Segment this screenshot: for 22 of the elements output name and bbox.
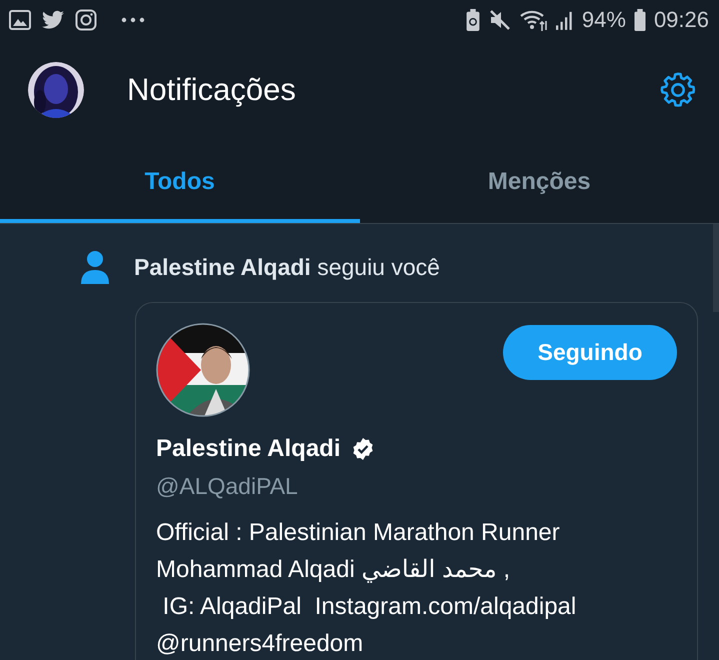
battery-percent: 94% — [582, 7, 626, 33]
camera-icon — [74, 8, 98, 32]
wifi-icon — [520, 8, 548, 32]
mute-icon — [488, 8, 512, 32]
notification-text: Palestine Alqadi seguiu você — [134, 254, 440, 280]
settings-icon[interactable] — [659, 71, 697, 109]
signal-icon — [556, 9, 574, 31]
clock: 09:26 — [654, 7, 709, 33]
battery-saver-icon — [466, 9, 480, 31]
gallery-icon — [8, 8, 32, 32]
profile-name: Palestine Alqadi — [156, 435, 340, 463]
profile-handle: @ALQadiPAL — [156, 473, 299, 500]
bio-line: @runners4freedom — [156, 629, 364, 659]
tab[interactable]: Menções — [360, 140, 719, 223]
bio-line: Mohammad Alqadi محمد القاضي , — [156, 555, 512, 585]
page-title: Notificações — [127, 72, 297, 108]
tab[interactable]: Todos — [0, 140, 360, 223]
person-icon — [80, 250, 110, 284]
more-icon — [120, 17, 146, 23]
bio-line: IG: AlqadiPal Instagram.com/alqadipal — [162, 592, 578, 622]
bio-line: Official : Palestinian Marathon Runner — [156, 518, 561, 548]
battery-icon — [634, 9, 646, 31]
